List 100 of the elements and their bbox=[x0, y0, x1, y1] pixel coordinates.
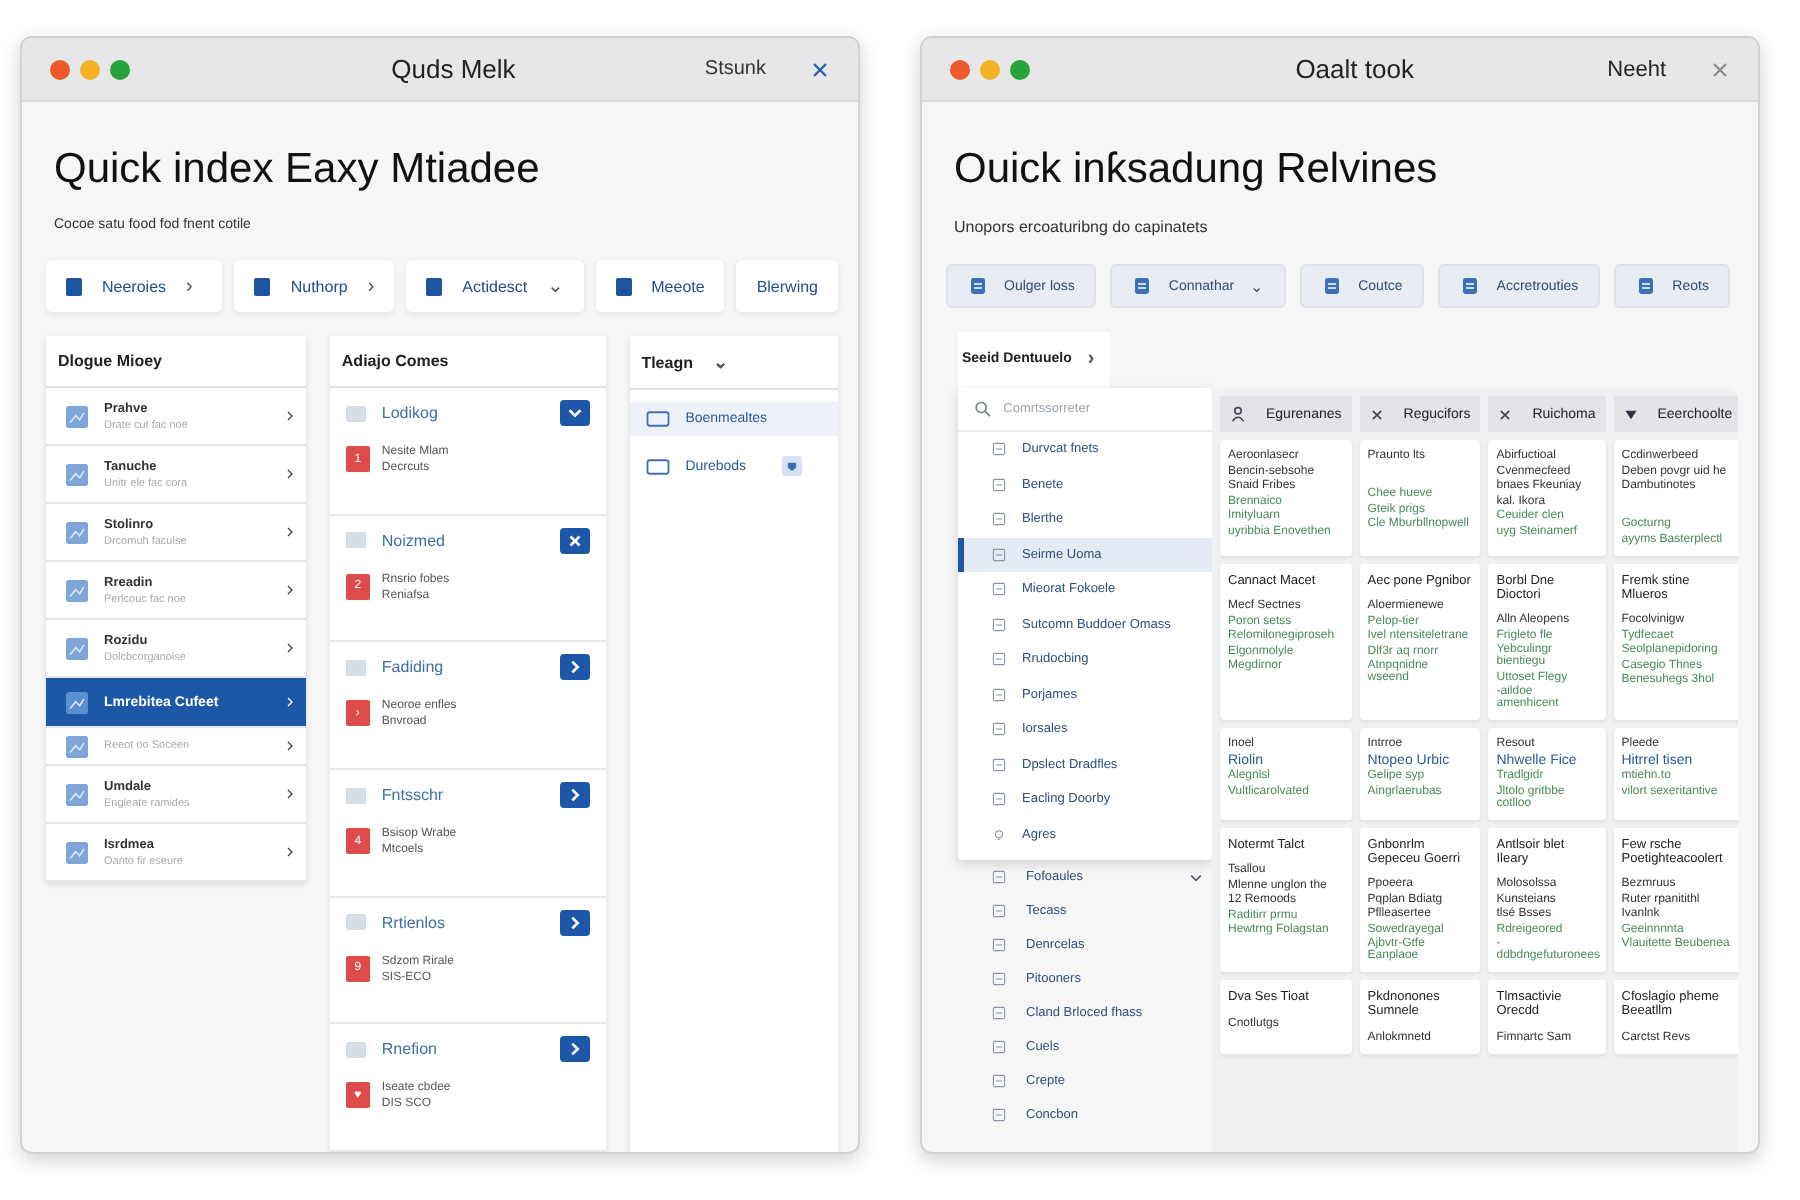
file-icon bbox=[992, 687, 1006, 702]
file-icon bbox=[992, 1006, 1006, 1020]
chevron-icon bbox=[285, 642, 294, 654]
close-icon[interactable] bbox=[1710, 59, 1730, 79]
card-action-button[interactable] bbox=[559, 527, 590, 554]
card-title: Rrtienlos bbox=[381, 913, 447, 932]
chevron-icon bbox=[285, 788, 294, 800]
toolbar-button[interactable]: Meeote bbox=[595, 260, 725, 312]
file-icon bbox=[992, 904, 1006, 918]
card-action-button[interactable] bbox=[559, 1036, 590, 1063]
file-icon bbox=[992, 442, 1006, 457]
document-icon bbox=[1322, 276, 1343, 296]
minimize-window-dot[interactable] bbox=[980, 59, 1000, 79]
file-icon bbox=[992, 1108, 1006, 1122]
image-icon bbox=[66, 735, 88, 757]
card-action-button[interactable] bbox=[559, 909, 590, 936]
card-title: Fntsschr bbox=[381, 786, 446, 805]
file-icon bbox=[992, 972, 1006, 986]
file-icon bbox=[992, 722, 1006, 737]
tile-icon bbox=[345, 405, 366, 421]
close-icon bbox=[1369, 407, 1384, 421]
panel-title: Dlogue Mioey bbox=[46, 336, 306, 388]
page-subtitle: Unopors ercoaturibng do capinatets bbox=[954, 218, 1210, 236]
image-icon bbox=[66, 463, 88, 485]
card-title: Rnefion bbox=[381, 1040, 439, 1059]
triangle-down-icon bbox=[1623, 407, 1638, 421]
chevron-right-icon bbox=[565, 1040, 584, 1059]
search-icon bbox=[974, 400, 992, 418]
file-icon bbox=[992, 870, 1006, 884]
file-icon bbox=[992, 477, 1006, 492]
file-icon bbox=[992, 512, 1006, 527]
toolbar-button[interactable]: Actidesct ⌄ bbox=[406, 260, 584, 312]
image-icon bbox=[66, 783, 88, 805]
card-action-button[interactable] bbox=[559, 782, 590, 809]
title-action-button[interactable]: Stsunk bbox=[696, 54, 774, 84]
window-icon bbox=[645, 457, 670, 475]
close-icon[interactable] bbox=[810, 59, 830, 79]
window-title: Quds Melk bbox=[389, 54, 518, 84]
image-icon bbox=[66, 637, 88, 659]
close-icon bbox=[1498, 407, 1513, 421]
file-icon bbox=[992, 792, 1006, 807]
close-window-dot[interactable] bbox=[950, 59, 970, 79]
file-icon bbox=[992, 1040, 1006, 1054]
chevron-icon bbox=[285, 584, 294, 596]
panel-title: Tleagn bbox=[641, 353, 693, 371]
chevron-down-icon bbox=[565, 404, 584, 422]
file-icon bbox=[992, 938, 1006, 952]
file-icon bbox=[992, 617, 1006, 632]
chevron-right-icon bbox=[565, 786, 584, 805]
chevron-down-icon[interactable] bbox=[1188, 869, 1204, 885]
minimize-window-dot[interactable] bbox=[80, 59, 100, 79]
card-action-button[interactable] bbox=[559, 400, 590, 426]
card-action-button[interactable] bbox=[559, 654, 590, 681]
chevron-right-icon bbox=[565, 913, 584, 932]
card-title: Lodikog bbox=[381, 404, 440, 422]
image-icon bbox=[66, 841, 88, 863]
chevron-right-icon bbox=[565, 658, 584, 677]
image-icon bbox=[66, 579, 88, 601]
document-icon bbox=[1132, 276, 1153, 296]
zoom-window-dot[interactable] bbox=[1010, 59, 1030, 79]
square-icon bbox=[615, 277, 632, 295]
tile-icon bbox=[345, 914, 366, 931]
toolbar-button[interactable]: Blerwing bbox=[736, 260, 838, 312]
file-icon bbox=[992, 547, 1006, 562]
tile-icon bbox=[345, 787, 366, 804]
card-title: Noizmed bbox=[381, 531, 447, 550]
square-icon bbox=[426, 277, 443, 295]
tile-icon bbox=[345, 532, 366, 549]
close-window-dot[interactable] bbox=[50, 59, 70, 79]
file-icon bbox=[992, 757, 1006, 772]
bulb-icon bbox=[992, 827, 1006, 842]
chevron-icon bbox=[285, 526, 294, 538]
window-icon bbox=[645, 410, 670, 428]
card-title: Fadiding bbox=[381, 658, 446, 677]
tile-icon bbox=[345, 1041, 366, 1058]
caret-icon[interactable]: ⌄ bbox=[712, 352, 729, 372]
document-icon bbox=[968, 276, 988, 296]
image-icon bbox=[66, 521, 88, 543]
title-action-button[interactable]: Neeht bbox=[1599, 53, 1674, 85]
file-icon bbox=[992, 1074, 1006, 1088]
chevron-icon bbox=[285, 468, 294, 480]
person-icon bbox=[1230, 406, 1246, 422]
shield-icon bbox=[782, 456, 803, 476]
chevron-icon bbox=[285, 696, 294, 708]
page-heading: Ouick inƙsadung Relvines bbox=[954, 146, 1440, 194]
document-icon bbox=[1636, 276, 1657, 296]
page-heading: Quick index Eaxy Mtiadee bbox=[54, 146, 542, 194]
file-icon bbox=[992, 652, 1006, 667]
tile-icon bbox=[345, 659, 366, 676]
image-icon bbox=[66, 691, 88, 713]
close-icon bbox=[565, 531, 584, 550]
panel-title: Adiajo Comes bbox=[329, 336, 606, 388]
zoom-window-dot[interactable] bbox=[110, 59, 130, 79]
document-icon bbox=[1460, 276, 1481, 296]
toolbar-button[interactable]: Neeroies › bbox=[46, 260, 223, 312]
toolbar-button[interactable]: Nuthorp › bbox=[234, 260, 395, 312]
chevron-icon bbox=[285, 740, 294, 752]
chevron-icon bbox=[285, 846, 294, 858]
image-icon bbox=[66, 405, 88, 427]
window-title: Oaalt took bbox=[1293, 54, 1416, 84]
